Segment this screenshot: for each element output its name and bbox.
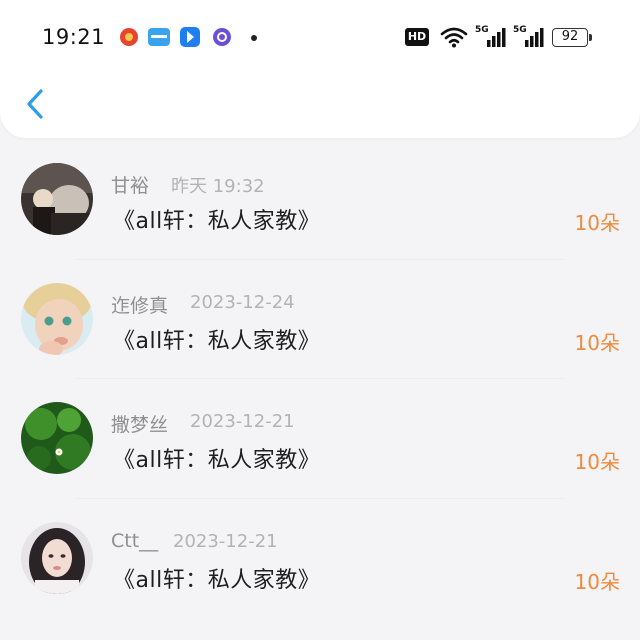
sender-name: 迮修真 bbox=[111, 294, 169, 317]
gift-date: 2023-12-24 bbox=[190, 291, 295, 313]
app-notification-icon bbox=[211, 26, 233, 48]
avatar[interactable] bbox=[21, 402, 93, 474]
gift-amount: 10朵 bbox=[574, 450, 620, 474]
gift-date: 2023-12-21 bbox=[190, 411, 295, 432]
list-item[interactable]: 撒梦丝 2023-12-21 《all轩：私人家教》 10朵 bbox=[0, 379, 640, 499]
signal-icon: 5G bbox=[513, 25, 545, 50]
signal-icon: 5G bbox=[475, 25, 507, 50]
app-notification-icon bbox=[179, 26, 201, 48]
gift-date: 2023-12-21 bbox=[173, 530, 278, 552]
back-button[interactable] bbox=[22, 86, 48, 122]
avatar[interactable] bbox=[21, 521, 93, 594]
book-title: 《all轩：私人家教》 bbox=[113, 567, 321, 593]
list-item[interactable]: 迮修真 2023-12-24 《all轩：私人家教》 10朵 bbox=[0, 260, 640, 379]
gift-amount: 10朵 bbox=[574, 569, 620, 594]
list-item[interactable]: 甘裕 昨天 19:32 《all轩：私人家教》 10朵 bbox=[0, 140, 640, 260]
avatar[interactable] bbox=[21, 282, 93, 355]
battery-indicator: 92 bbox=[552, 28, 592, 47]
book-title: 《all轩：私人家教》 bbox=[113, 448, 321, 473]
header-panel: 19:21 HD 5G 5G 92 bbox=[0, 0, 640, 138]
book-title: 《all轩：私人家教》 bbox=[113, 328, 321, 354]
status-time: 19:21 bbox=[42, 25, 106, 49]
gift-record-list: 甘裕 昨天 19:32 《all轩：私人家教》 10朵 迮修真 2023-12-… bbox=[0, 140, 640, 618]
status-bar: 19:21 HD 5G 5G 92 bbox=[0, 18, 640, 58]
book-title: 《all轩：私人家教》 bbox=[113, 209, 321, 234]
wifi-icon bbox=[440, 26, 468, 52]
gift-amount: 10朵 bbox=[574, 211, 620, 235]
app-notification-icon bbox=[147, 26, 170, 48]
gift-amount: 10朵 bbox=[574, 330, 620, 355]
sender-name: 甘裕 bbox=[111, 175, 150, 197]
more-notifications-dot bbox=[251, 35, 257, 41]
hd-badge: HD bbox=[405, 28, 429, 46]
gift-date: 昨天 19:32 bbox=[171, 176, 265, 197]
app-notification-icon bbox=[118, 26, 140, 48]
sender-name: 撒梦丝 bbox=[111, 414, 169, 436]
list-item[interactable]: Ctt__ 2023-12-21 《all轩：私人家教》 10朵 bbox=[0, 499, 640, 619]
chevron-left-icon bbox=[27, 89, 43, 119]
sender-name: Ctt__ bbox=[111, 529, 159, 552]
avatar[interactable] bbox=[21, 163, 93, 235]
